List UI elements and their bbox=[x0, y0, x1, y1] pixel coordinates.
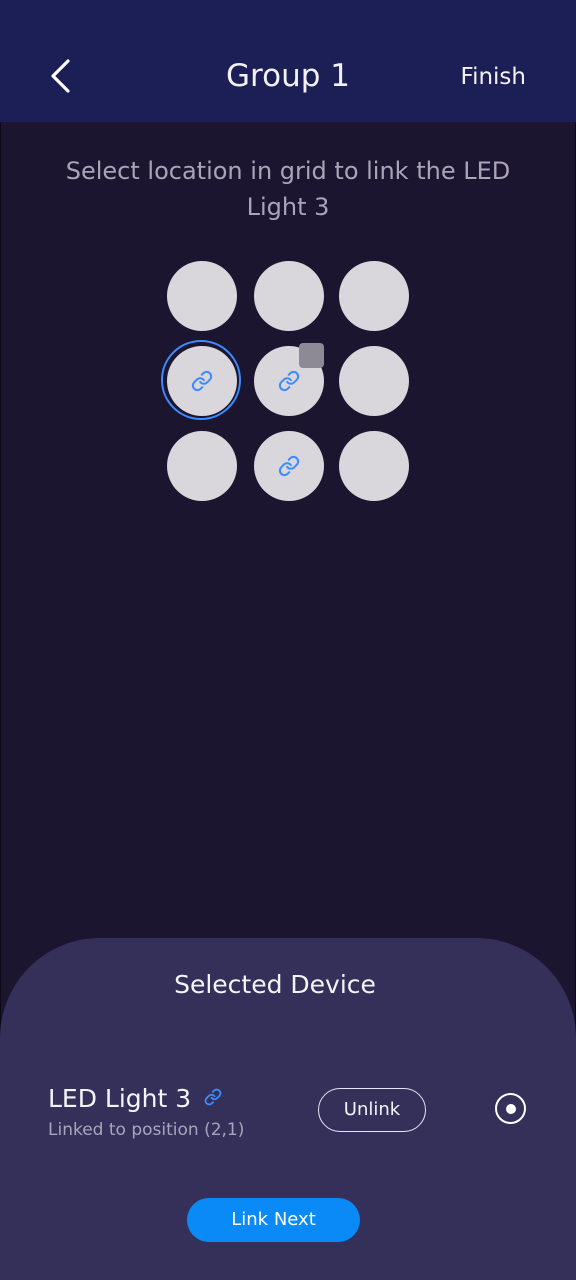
grid-cell-2-1[interactable] bbox=[167, 346, 237, 416]
grid-instruction: Select location in grid to link the LED … bbox=[65, 157, 511, 221]
grid-cell-3-3[interactable] bbox=[339, 431, 409, 501]
link-icon bbox=[278, 455, 300, 477]
radio-dot bbox=[505, 1103, 516, 1114]
link-icon bbox=[278, 370, 300, 392]
grid-cell-1-3[interactable] bbox=[339, 261, 409, 331]
link-icon bbox=[191, 370, 213, 392]
grid-cell-3-1[interactable] bbox=[167, 431, 237, 501]
grid-cell-1-1[interactable] bbox=[167, 261, 237, 331]
sheet-title: Selected Device bbox=[174, 970, 376, 999]
device-radio[interactable] bbox=[495, 1093, 526, 1124]
link-icon bbox=[204, 1088, 222, 1106]
app-header: Group 1 Finish bbox=[0, 0, 576, 122]
device-name: LED Light 3 bbox=[48, 1084, 192, 1113]
unlink-button[interactable]: Unlink bbox=[318, 1088, 426, 1132]
grid-cell-2-3[interactable] bbox=[339, 346, 409, 416]
device-status: Linked to position (2,1) bbox=[48, 1120, 245, 1140]
grid-cell-3-2[interactable] bbox=[254, 431, 324, 501]
cell-marker bbox=[299, 343, 324, 368]
link-next-button[interactable]: Link Next bbox=[187, 1198, 360, 1242]
grid-cell-1-2[interactable] bbox=[254, 261, 324, 331]
finish-button[interactable]: Finish bbox=[461, 62, 526, 92]
